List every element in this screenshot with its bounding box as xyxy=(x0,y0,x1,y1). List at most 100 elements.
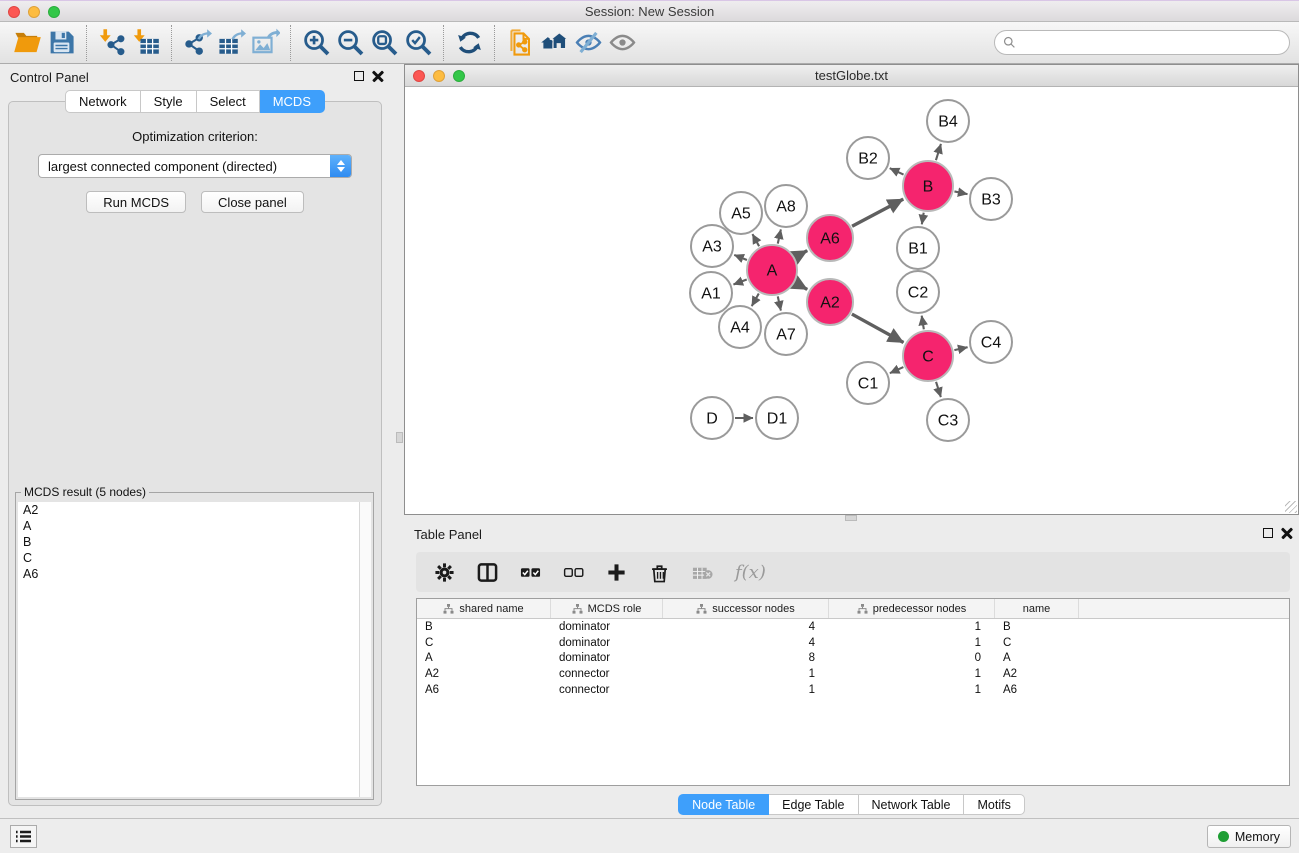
edge-A6-B[interactable] xyxy=(852,199,903,226)
table-tabs: Node TableEdge TableNetwork TableMotifs xyxy=(404,794,1299,815)
new-network-from-file-icon[interactable] xyxy=(503,26,537,60)
table-row[interactable]: Cdominator41C xyxy=(417,635,1289,651)
graph-node-label-C: C xyxy=(922,349,934,366)
table-row[interactable]: Bdominator41B xyxy=(417,619,1289,635)
column-header-MCDS-role[interactable]: MCDS role xyxy=(551,599,663,618)
search-input[interactable] xyxy=(1021,36,1281,50)
column-type-icon xyxy=(857,604,868,614)
memory-button[interactable]: Memory xyxy=(1207,825,1291,848)
edge-C-C2[interactable] xyxy=(922,316,924,330)
export-table-icon[interactable] xyxy=(214,26,248,60)
mcds-result-scrollbar[interactable] xyxy=(360,502,371,797)
tab-edge-table[interactable]: Edge Table xyxy=(769,794,858,815)
close-panel-button[interactable]: Close panel xyxy=(201,191,304,213)
edge-B-B3[interactable] xyxy=(954,191,967,194)
edge-B-B4[interactable] xyxy=(936,144,941,160)
task-history-button[interactable] xyxy=(10,825,37,848)
graph-node-label-A7: A7 xyxy=(776,327,796,344)
edge-C-C3[interactable] xyxy=(936,382,941,397)
export-network-icon[interactable] xyxy=(180,26,214,60)
edge-B-B1[interactable] xyxy=(922,213,924,225)
edge-A-A8[interactable] xyxy=(778,229,781,243)
table-cell: 1 xyxy=(829,668,995,680)
float-panel-icon[interactable] xyxy=(354,71,364,81)
edge-A-A5[interactable] xyxy=(752,234,759,246)
run-mcds-button[interactable]: Run MCDS xyxy=(86,191,186,213)
zoom-out-icon[interactable] xyxy=(333,26,367,60)
criterion-dropdown[interactable]: largest connected component (directed) xyxy=(38,154,352,178)
tab-network[interactable]: Network xyxy=(65,90,141,113)
tab-style[interactable]: Style xyxy=(141,90,197,113)
mcds-result-item[interactable]: A xyxy=(18,518,359,534)
delete-columns-icon[interactable] xyxy=(649,562,670,583)
import-network-icon[interactable] xyxy=(95,26,129,60)
mcds-result-groupbox: MCDS result (5 nodes) A2ABCA6 xyxy=(15,492,374,800)
status-bar: Memory xyxy=(0,818,1299,853)
zoom-fit-icon[interactable] xyxy=(367,26,401,60)
edge-A-A4[interactable] xyxy=(752,294,759,307)
import-table-icon[interactable] xyxy=(129,26,163,60)
table-options-gear-icon[interactable] xyxy=(434,562,455,583)
close-panel-icon[interactable] xyxy=(372,70,384,82)
edge-A-A7[interactable] xyxy=(778,296,781,310)
hide-selected-icon[interactable] xyxy=(571,26,605,60)
column-header-shared-name[interactable]: shared name xyxy=(417,599,551,618)
tab-network-table[interactable]: Network Table xyxy=(859,794,965,815)
tab-select[interactable]: Select xyxy=(197,90,260,113)
edge-A-A6[interactable] xyxy=(796,251,808,257)
table-cell: dominator xyxy=(551,621,663,633)
column-type-icon xyxy=(572,604,583,614)
select-all-columns-icon[interactable] xyxy=(520,562,541,583)
show-columns-icon[interactable] xyxy=(477,562,498,583)
table-header-row: shared nameMCDS role successor nodes prede… xyxy=(417,599,1289,619)
unselect-all-columns-icon[interactable] xyxy=(563,562,584,583)
column-header-predecessor-nodes[interactable]: predecessor nodes xyxy=(829,599,995,618)
vertical-splitter-grip[interactable] xyxy=(396,432,403,443)
refresh-icon[interactable] xyxy=(452,26,486,60)
mcds-result-item[interactable]: C xyxy=(18,550,359,566)
table-row[interactable]: A6connector11A6 xyxy=(417,682,1289,698)
create-column-icon[interactable] xyxy=(606,562,627,583)
tab-node-table[interactable]: Node Table xyxy=(678,794,769,815)
tab-motifs[interactable]: Motifs xyxy=(964,794,1024,815)
edge-A2-C[interactable] xyxy=(852,314,904,342)
save-session-icon[interactable] xyxy=(44,26,78,60)
graph-node-label-C3: C3 xyxy=(938,413,959,430)
table-toolbar: f(x) xyxy=(416,552,1290,592)
edge-C-C4[interactable] xyxy=(954,347,967,350)
graph-node-label-C2: C2 xyxy=(908,285,929,302)
export-image-icon[interactable] xyxy=(248,26,282,60)
mcds-result-item[interactable]: A6 xyxy=(18,566,359,582)
network-graph: AA1A2A3A4A5A6A7A8BB1B2B3B4CC1C2C3C4DD1 xyxy=(405,87,1298,514)
network-canvas[interactable]: AA1A2A3A4A5A6A7A8BB1B2B3B4CC1C2C3C4DD1 xyxy=(405,87,1298,514)
dropdown-stepper-icon xyxy=(330,155,351,177)
mcds-result-list[interactable]: A2ABCA6 xyxy=(18,502,360,797)
zoom-in-icon[interactable] xyxy=(299,26,333,60)
edge-A-A2[interactable] xyxy=(796,283,808,289)
edge-A-A1[interactable] xyxy=(733,280,746,285)
first-neighbors-icon[interactable] xyxy=(537,26,571,60)
edge-A-A3[interactable] xyxy=(734,255,747,260)
table-row[interactable]: A2connector11A2 xyxy=(417,666,1289,682)
window-resize-grip[interactable] xyxy=(1285,501,1297,513)
table-close-panel-icon[interactable] xyxy=(1281,527,1293,539)
tab-mcds[interactable]: MCDS xyxy=(260,90,325,113)
mcds-result-item[interactable]: B xyxy=(18,534,359,550)
toolbar-separator xyxy=(443,25,444,61)
column-header-name[interactable]: name xyxy=(995,599,1079,618)
table-cell: 1 xyxy=(829,684,995,696)
column-header-label: successor nodes xyxy=(712,603,795,615)
table-row[interactable]: Adominator80A xyxy=(417,650,1289,666)
zoom-selected-icon[interactable] xyxy=(401,26,435,60)
open-session-icon[interactable] xyxy=(10,26,44,60)
mcds-result-item[interactable]: A2 xyxy=(18,502,359,518)
edge-C-C1[interactable] xyxy=(890,367,903,373)
show-all-icon[interactable] xyxy=(605,26,639,60)
network-window-title: testGlobe.txt xyxy=(405,68,1298,83)
column-header-successor-nodes[interactable]: successor nodes xyxy=(663,599,829,618)
node-table[interactable]: shared nameMCDS role successor nodes prede… xyxy=(416,598,1290,786)
table-float-panel-icon[interactable] xyxy=(1263,528,1273,538)
search-field[interactable] xyxy=(994,30,1290,55)
edge-B-B2[interactable] xyxy=(890,168,904,174)
toolbar-separator xyxy=(290,25,291,61)
